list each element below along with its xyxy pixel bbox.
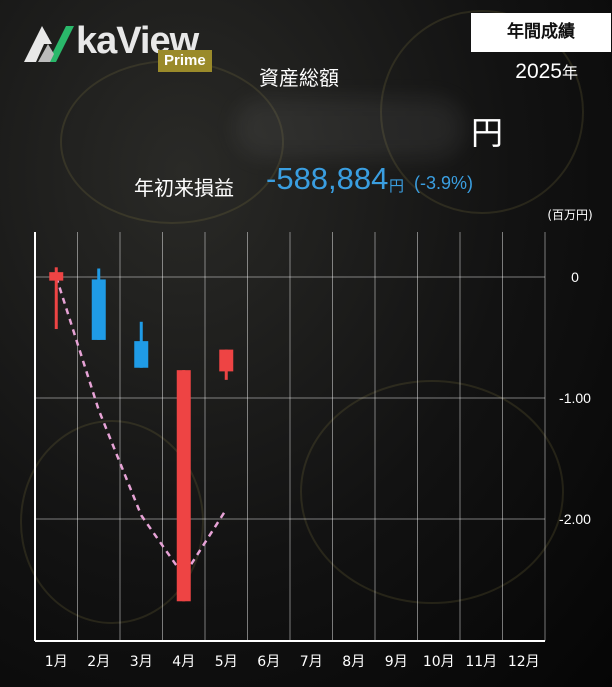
x-tick-label: 2月	[87, 654, 110, 670]
x-tick-label: 7月	[300, 654, 323, 670]
candle-body	[91, 279, 106, 340]
candle-body	[176, 370, 191, 602]
x-tick-label: 3月	[130, 654, 153, 670]
x-tick-label: 1月	[45, 654, 68, 670]
y-unit-label: (百万円)	[547, 208, 592, 222]
y-tick-label: 0	[571, 269, 579, 285]
x-tick-label: 6月	[257, 654, 280, 670]
y-tick-label: -2.00	[559, 511, 591, 527]
x-tick-label: 11月	[465, 654, 497, 670]
candle-body	[49, 272, 64, 281]
x-tick-label: 12月	[508, 654, 540, 670]
candle-body	[219, 349, 234, 372]
monthly-pnl-chart: 0 -1.00 -2.00 (百万円) 1月 2月 3月 4月 5月 6月 7月 8月 9月 10月 11月…	[34, 208, 593, 670]
x-tick-label: 4月	[172, 654, 195, 670]
x-tick-label: 10月	[423, 654, 455, 670]
x-tick-label: 5月	[215, 654, 238, 670]
candle-body	[134, 341, 149, 368]
y-tick-label: -1.00	[559, 390, 591, 406]
x-tick-label: 8月	[342, 654, 365, 670]
x-tick-label: 9月	[385, 654, 408, 670]
